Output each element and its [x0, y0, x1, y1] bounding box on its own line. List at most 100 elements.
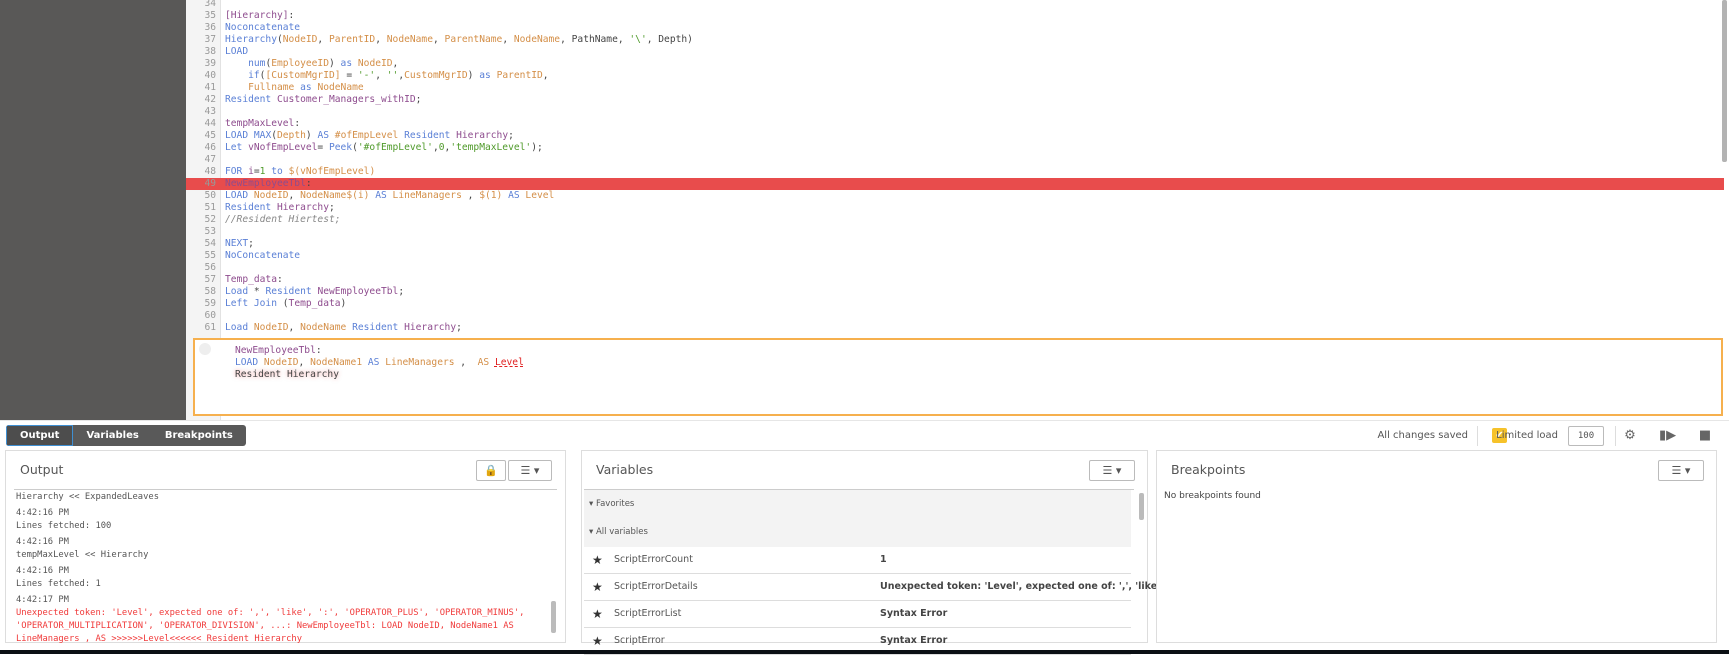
divider: [0, 420, 1729, 421]
code-token: LOAD: [225, 130, 249, 141]
code-line[interactable]: 42 Resident Customer_Managers_withID;: [186, 94, 1724, 106]
code-token: [CustomMgrID]: [265, 70, 341, 81]
code-line[interactable]: 55 NoConcatenate: [186, 250, 1724, 262]
line-number: 37: [204, 34, 216, 45]
code-token: [Hierarchy]: [225, 10, 289, 21]
code-line[interactable]: 58 Load * Resident NewEmployeeTbl;: [186, 286, 1724, 298]
code-token: ;: [328, 202, 335, 213]
tab-output[interactable]: Output: [6, 425, 74, 446]
code-token: NodeID: [263, 357, 299, 368]
group-all-variables[interactable]: ▾ All variables: [584, 518, 1131, 547]
code-token: Fullname: [248, 82, 295, 93]
code-line[interactable]: 48 FOR i=1 to $(vNofEmpLevel): [186, 166, 1724, 178]
code-line[interactable]: 38 LOAD: [186, 46, 1724, 58]
tab-variables[interactable]: Variables: [73, 425, 151, 446]
line-number: 59: [204, 298, 216, 309]
group-favorites[interactable]: ▾ Favorites: [584, 490, 1131, 518]
code-token: ,: [375, 70, 387, 81]
line-text: Resident Hierarchy: [235, 369, 339, 381]
code-token: ;: [415, 94, 422, 105]
code-token: '': [386, 70, 399, 81]
star-icon[interactable]: ★: [592, 601, 603, 627]
stop-icon[interactable]: ■: [1697, 428, 1713, 444]
left-sidebar: [0, 0, 186, 420]
line-number: 42: [204, 94, 216, 105]
code-token: =: [317, 142, 329, 153]
code-line[interactable]: 43: [186, 106, 1724, 118]
code-token: LOAD: [225, 190, 249, 201]
line-number: 55: [204, 250, 216, 261]
code-line[interactable]: 59 Left Join (Temp_data): [186, 298, 1724, 310]
code-line[interactable]: 46 Let vNofEmpLevel= Peek('#ofEmpLevel',0…: [186, 142, 1724, 154]
code-token: AS: [477, 357, 490, 368]
line-number: 53: [204, 226, 216, 237]
code-line[interactable]: 47: [186, 154, 1724, 166]
menu-button[interactable]: ☰ ▾: [508, 460, 552, 481]
code-token: as: [479, 70, 491, 81]
code-token: as: [340, 58, 353, 69]
log-timestamp: 4:42:16 PM: [16, 508, 69, 518]
line-text: LOAD MAX(Depth) AS #ofEmpLevel Resident …: [225, 130, 514, 142]
collapse-icon[interactable]: [199, 343, 211, 355]
star-icon[interactable]: ★: [592, 574, 603, 600]
code-token: ,: [288, 190, 301, 201]
code-token: ParentID: [328, 34, 376, 45]
code-token: ;: [456, 322, 462, 333]
code-token: Resident: [225, 202, 272, 213]
line-text: NoConcatenate: [225, 250, 300, 262]
code-line[interactable]: 39 num(EmployeeID) as NodeID,: [186, 58, 1724, 70]
code-line[interactable]: 50 LOAD NodeID, NodeName$(i) AS LineManag…: [186, 190, 1724, 202]
code-line[interactable]: 34: [186, 0, 1724, 10]
code-token: (: [276, 298, 289, 309]
code-line[interactable]: 57 Temp_data:: [186, 274, 1724, 286]
line-number: 36: [204, 22, 216, 33]
code-line-error-highlight[interactable]: 49 NewEmployeeTbl:: [186, 178, 1724, 190]
editor-scrollbar[interactable]: [1722, 0, 1727, 162]
code-token: to: [271, 166, 283, 177]
line-number: 39: [204, 58, 216, 69]
code-line[interactable]: 36 Noconcatenate: [186, 22, 1724, 34]
code-line[interactable]: 40 if([CustomMgrID] = '-', '',CustomMgrI…: [186, 70, 1724, 82]
code-line[interactable]: 35 [Hierarchy]:: [186, 10, 1724, 22]
code-token: Hierarchy: [456, 130, 509, 141]
code-line[interactable]: 54 NEXT;: [186, 238, 1724, 250]
code-line[interactable]: 51 Resident Hierarchy;: [186, 202, 1724, 214]
variable-row[interactable]: ★ ScriptErrorCount 1: [584, 547, 1131, 574]
code-line[interactable]: 56: [186, 262, 1724, 274]
code-line[interactable]: 52 //Resident Hiertest;: [186, 214, 1724, 226]
log-error: Unexpected token: 'Level', expected one …: [16, 608, 525, 644]
output-scrollbar[interactable]: [551, 601, 556, 633]
limited-load-input[interactable]: [1568, 426, 1604, 446]
code-token: Load: [225, 322, 249, 333]
code-line[interactable]: 37 Hierarchy(NodeID, ParentID, NodeName, …: [186, 34, 1724, 46]
code-line[interactable]: 61 Load NodeID, NodeName Resident Hierarc…: [186, 322, 1724, 334]
step-icon[interactable]: ▮▶: [1659, 428, 1676, 444]
code-line[interactable]: 45 LOAD MAX(Depth) AS #ofEmpLevel Residen…: [186, 130, 1724, 142]
code-token: *: [248, 286, 266, 297]
menu-button[interactable]: ☰ ▾: [1089, 460, 1135, 481]
limited-load-label: Limited load: [1496, 430, 1558, 441]
code-line[interactable]: 44 tempMaxLevel:: [186, 118, 1724, 130]
code-token: NewEmployeeTbl: [225, 178, 306, 189]
line-text: FOR i=1 to $(vNofEmpLevel): [225, 166, 375, 178]
code-token: ): [305, 130, 318, 141]
code-line[interactable]: 53: [186, 226, 1724, 238]
variables-panel: Variables ☰ ▾ ▾ Favorites ▾ All variable…: [581, 450, 1197, 655]
gear-icon[interactable]: ⚙: [1622, 428, 1638, 444]
variable-row[interactable]: ★ ScriptErrorList Syntax Error: [584, 601, 1131, 628]
code-token: ,: [454, 357, 478, 368]
variables-scrollbar[interactable]: [1139, 493, 1144, 520]
star-icon[interactable]: ★: [592, 547, 603, 573]
code-token: NEXT: [225, 238, 249, 249]
lock-button[interactable]: 🔒: [476, 460, 506, 481]
line-text: NewEmployeeTbl:: [225, 178, 312, 190]
variable-value: Unexpected token: 'Level', expected one …: [880, 581, 1198, 592]
variable-row[interactable]: ★ ScriptErrorDetails Unexpected token: 'Le…: [584, 574, 1197, 601]
code-line[interactable]: 41 Fullname as NodeName: [186, 82, 1724, 94]
line-number: 40: [204, 70, 216, 81]
tab-breakpoints[interactable]: Breakpoints: [152, 425, 246, 446]
menu-button[interactable]: ☰ ▾: [1658, 460, 1704, 481]
log-timestamp: 4:42:16 PM: [16, 537, 69, 547]
code-line[interactable]: 60: [186, 310, 1724, 322]
log-timestamp: 4:42:17 PM: [16, 595, 69, 605]
